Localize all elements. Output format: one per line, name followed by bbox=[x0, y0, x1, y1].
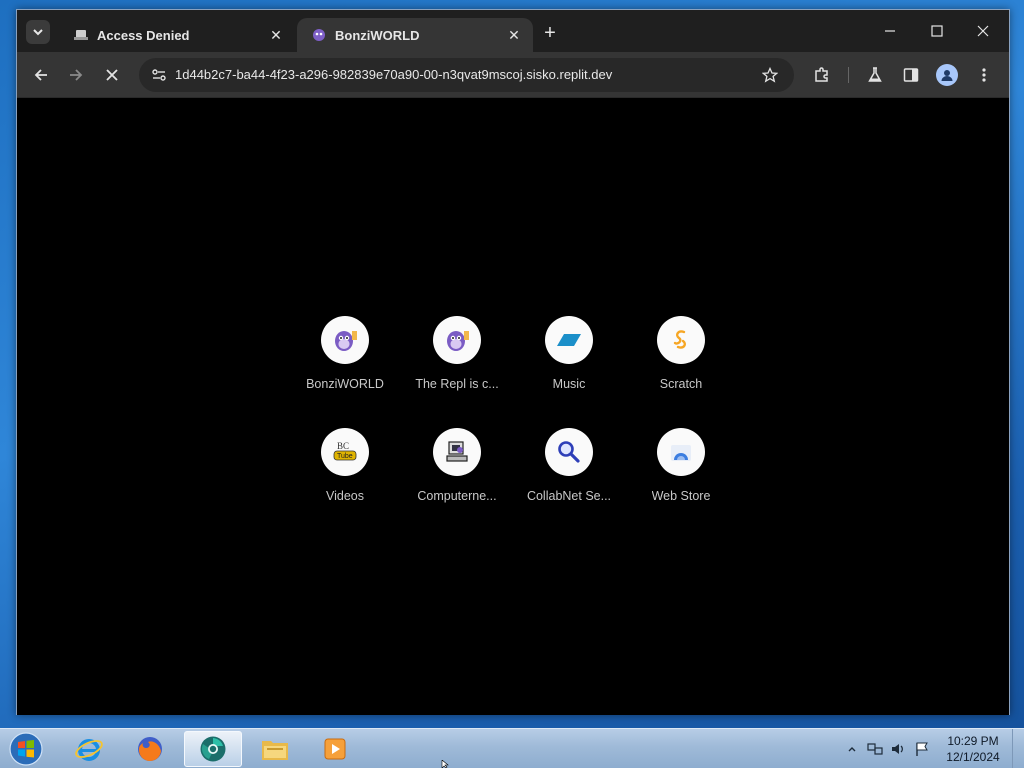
shortcut-label: Computerne... bbox=[417, 489, 497, 503]
arrow-left-icon bbox=[34, 69, 47, 81]
shortcut-label: BonziWORLD bbox=[306, 377, 384, 391]
browser-icon bbox=[200, 736, 226, 762]
shortcut-tile[interactable]: CollabNet Se... bbox=[513, 420, 625, 516]
flask-icon bbox=[868, 67, 882, 82]
shortcut-tile[interactable]: Computerne... bbox=[401, 420, 513, 516]
close-tab-icon[interactable]: ✕ bbox=[505, 26, 523, 44]
profile-avatar[interactable] bbox=[936, 64, 958, 86]
maximize-button[interactable] bbox=[914, 16, 960, 46]
shortcut-grid: BonziWORLD The Repl is c... Music Scratc… bbox=[289, 308, 737, 516]
tab-title: Access Denied bbox=[97, 27, 190, 43]
taskbar-internet-explorer[interactable] bbox=[60, 731, 118, 767]
shortcut-tile[interactable]: Web Store bbox=[625, 420, 737, 516]
network-icon[interactable] bbox=[866, 740, 884, 758]
tab-access-denied[interactable]: Access Denied ✕ bbox=[59, 18, 295, 52]
puzzle-icon bbox=[815, 67, 828, 82]
bookmark-star-icon[interactable] bbox=[758, 63, 782, 87]
chevron-down-icon bbox=[33, 29, 43, 36]
side-panel-icon bbox=[903, 68, 919, 82]
close-icon bbox=[977, 25, 989, 37]
start-button[interactable] bbox=[6, 730, 46, 768]
scratch-icon bbox=[657, 316, 705, 364]
close-window-button[interactable] bbox=[960, 16, 1006, 46]
shortcut-label: Scratch bbox=[659, 377, 703, 391]
search-magnifier-icon bbox=[545, 428, 593, 476]
show-hidden-icons-chevron-icon[interactable] bbox=[843, 740, 861, 758]
page-content: BonziWORLD The Repl is c... Music Scratc… bbox=[17, 98, 1009, 715]
plus-icon: + bbox=[544, 21, 556, 44]
computer-icon bbox=[433, 428, 481, 476]
bonzi-icon bbox=[433, 316, 481, 364]
person-icon bbox=[941, 70, 953, 81]
shortcut-label: The Repl is c... bbox=[415, 377, 499, 391]
minimize-icon bbox=[885, 30, 895, 32]
close-icon bbox=[106, 69, 118, 81]
maximize-icon bbox=[931, 25, 943, 37]
address-bar[interactable]: 1d44b2c7-ba44-4f23-a296-982839e70a90-00-… bbox=[139, 58, 794, 92]
shortcut-label: Videos bbox=[326, 489, 364, 503]
clock-time: 10:29 PM bbox=[947, 734, 999, 748]
minimize-button[interactable] bbox=[867, 16, 913, 46]
shortcut-tile[interactable]: The Repl is c... bbox=[401, 308, 513, 404]
media-player-icon bbox=[324, 738, 346, 760]
shortcut-label: Music bbox=[552, 377, 586, 391]
globe-stack-icon bbox=[73, 27, 89, 43]
side-panel-button[interactable] bbox=[895, 59, 927, 91]
taskbar-media-player[interactable] bbox=[306, 731, 364, 767]
menu-button[interactable] bbox=[968, 59, 1000, 91]
arrow-right-icon bbox=[70, 69, 83, 81]
firefox-icon bbox=[138, 737, 162, 762]
shortcut-tile[interactable]: BC Tube Videos bbox=[289, 420, 401, 516]
bonzi-favicon-icon bbox=[311, 27, 327, 43]
stop-loading-button[interactable] bbox=[96, 59, 128, 91]
web-store-icon bbox=[657, 428, 705, 476]
tab-search-button[interactable] bbox=[26, 20, 50, 44]
tab-title: BonziWORLD bbox=[335, 27, 420, 43]
svg-text:Tube: Tube bbox=[337, 453, 353, 460]
clock-date: 12/1/2024 bbox=[946, 750, 1000, 764]
taskbar-firefox[interactable] bbox=[121, 731, 179, 767]
bonzi-icon bbox=[321, 316, 369, 364]
shortcut-label: CollabNet Se... bbox=[526, 489, 612, 503]
file-explorer-icon bbox=[262, 741, 288, 760]
toolbar-separator bbox=[848, 67, 849, 83]
browser-window: Access Denied ✕ BonziWORLD ✕ + 1d44b2c7-… bbox=[16, 9, 1010, 715]
shortcut-tile[interactable]: Scratch bbox=[625, 308, 737, 404]
tab-bonziworld[interactable]: BonziWORLD ✕ bbox=[297, 18, 533, 52]
volume-icon[interactable] bbox=[889, 740, 907, 758]
site-info-icon[interactable] bbox=[147, 63, 171, 87]
kebab-menu-icon bbox=[982, 68, 986, 82]
show-desktop-button[interactable] bbox=[1012, 729, 1024, 768]
taskbar: 10:29 PM 12/1/2024 bbox=[0, 728, 1024, 768]
labs-button[interactable] bbox=[859, 59, 891, 91]
taskbar-file-explorer[interactable] bbox=[246, 731, 304, 767]
shortcut-label: Web Store bbox=[651, 489, 711, 503]
new-tab-button[interactable]: + bbox=[539, 22, 561, 44]
action-center-flag-icon[interactable] bbox=[913, 740, 931, 758]
windows-orb-icon bbox=[9, 732, 43, 766]
browser-toolbar: 1d44b2c7-ba44-4f23-a296-982839e70a90-00-… bbox=[17, 52, 1009, 98]
system-clock[interactable]: 10:29 PM 12/1/2024 bbox=[938, 733, 1008, 765]
forward-button[interactable] bbox=[60, 59, 92, 91]
shortcut-tile[interactable]: Music bbox=[513, 308, 625, 404]
music-parallelogram-icon bbox=[545, 316, 593, 364]
shortcut-tile[interactable]: BonziWORLD bbox=[289, 308, 401, 404]
bc-tube-icon: BC Tube bbox=[321, 428, 369, 476]
close-tab-icon[interactable]: ✕ bbox=[267, 26, 285, 44]
tab-strip: Access Denied ✕ BonziWORLD ✕ + bbox=[17, 10, 1009, 52]
extensions-button[interactable] bbox=[806, 59, 838, 91]
back-button[interactable] bbox=[25, 59, 57, 91]
mouse-cursor-icon bbox=[441, 760, 449, 768]
taskbar-browser[interactable] bbox=[184, 731, 242, 767]
internet-explorer-icon bbox=[75, 739, 103, 761]
url-text: 1d44b2c7-ba44-4f23-a296-982839e70a90-00-… bbox=[175, 67, 613, 82]
svg-text:BC: BC bbox=[337, 441, 349, 451]
